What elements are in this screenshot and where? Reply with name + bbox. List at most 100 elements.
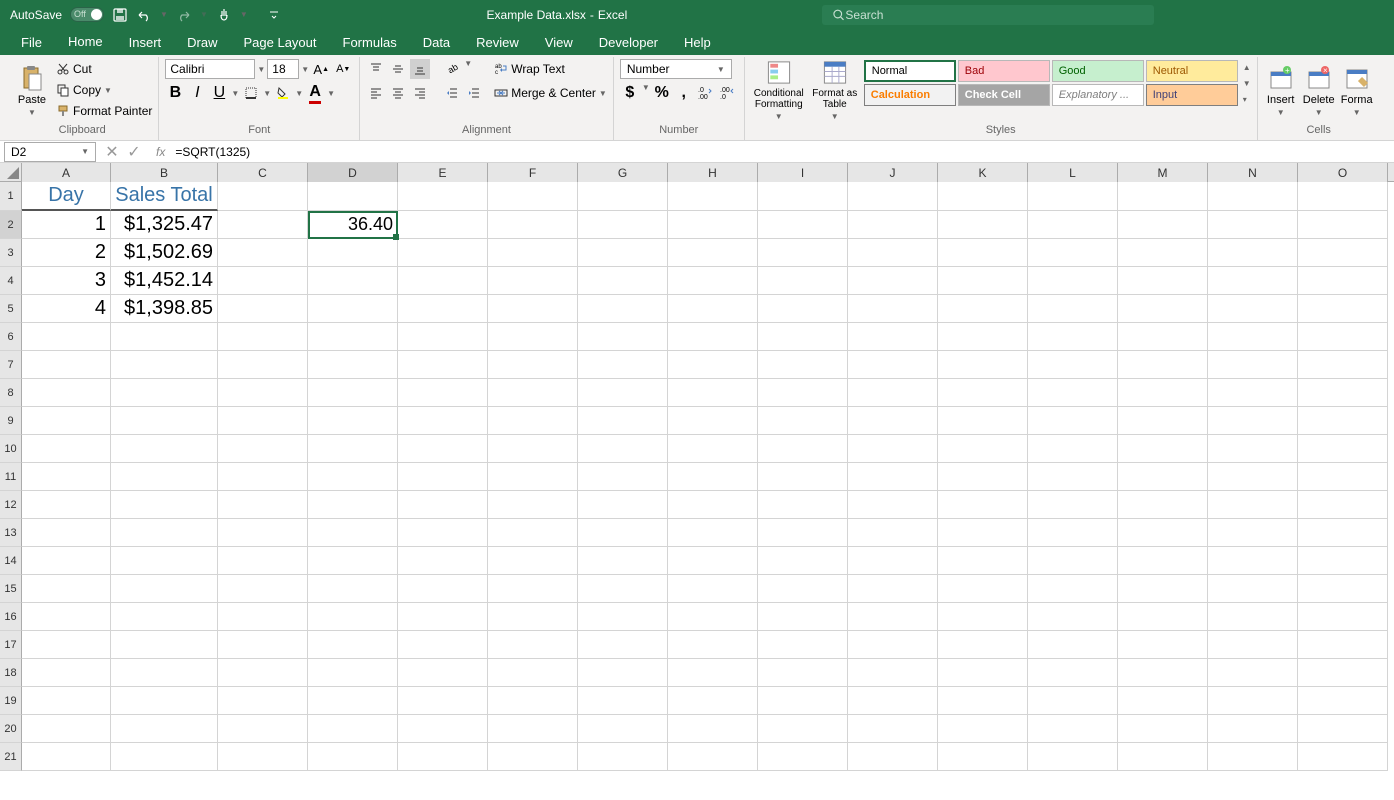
- row-header-20[interactable]: 20: [0, 715, 22, 743]
- touch-mode-icon[interactable]: [216, 7, 232, 23]
- cell-D11[interactable]: [308, 463, 398, 491]
- row-header-13[interactable]: 13: [0, 519, 22, 547]
- cell-D18[interactable]: [308, 659, 398, 687]
- save-icon[interactable]: [112, 7, 128, 23]
- cell-L14[interactable]: [1028, 547, 1118, 575]
- cell-O8[interactable]: [1298, 379, 1388, 407]
- tab-data[interactable]: Data: [410, 29, 463, 55]
- row-header-16[interactable]: 16: [0, 603, 22, 631]
- row-header-21[interactable]: 21: [0, 743, 22, 771]
- cell-N13[interactable]: [1208, 519, 1298, 547]
- bold-button[interactable]: B: [165, 83, 185, 103]
- cell-G12[interactable]: [578, 491, 668, 519]
- cell-H14[interactable]: [668, 547, 758, 575]
- cell-A11[interactable]: [22, 463, 111, 491]
- cell-A7[interactable]: [22, 351, 111, 379]
- cell-K7[interactable]: [938, 351, 1028, 379]
- cell-O12[interactable]: [1298, 491, 1388, 519]
- cell-C9[interactable]: [218, 407, 308, 435]
- cell-F21[interactable]: [488, 743, 578, 771]
- tab-page-layout[interactable]: Page Layout: [231, 29, 330, 55]
- tab-file[interactable]: File: [8, 29, 55, 55]
- cell-F14[interactable]: [488, 547, 578, 575]
- cell-N6[interactable]: [1208, 323, 1298, 351]
- col-header-I[interactable]: I: [758, 163, 848, 182]
- cell-J10[interactable]: [848, 435, 938, 463]
- cell-K1[interactable]: [938, 182, 1028, 211]
- cell-E5[interactable]: [398, 295, 488, 323]
- cell-J19[interactable]: [848, 687, 938, 715]
- cell-A13[interactable]: [22, 519, 111, 547]
- cell-B8[interactable]: [111, 379, 218, 407]
- cell-H12[interactable]: [668, 491, 758, 519]
- cell-G3[interactable]: [578, 239, 668, 267]
- cell-I4[interactable]: [758, 267, 848, 295]
- cell-H15[interactable]: [668, 575, 758, 603]
- cell-M15[interactable]: [1118, 575, 1208, 603]
- cancel-formula-icon[interactable]: ✕: [102, 142, 122, 162]
- cell-J16[interactable]: [848, 603, 938, 631]
- cell-M14[interactable]: [1118, 547, 1208, 575]
- cell-O4[interactable]: [1298, 267, 1388, 295]
- cell-H3[interactable]: [668, 239, 758, 267]
- cell-B19[interactable]: [111, 687, 218, 715]
- cell-B1[interactable]: Sales Total: [111, 182, 218, 211]
- cell-G10[interactable]: [578, 435, 668, 463]
- cell-N21[interactable]: [1208, 743, 1298, 771]
- cell-B17[interactable]: [111, 631, 218, 659]
- underline-dropdown-icon[interactable]: ▼: [231, 89, 239, 98]
- decrease-indent-icon[interactable]: [442, 83, 462, 103]
- cell-O6[interactable]: [1298, 323, 1388, 351]
- row-header-4[interactable]: 4: [0, 267, 22, 295]
- cell-C19[interactable]: [218, 687, 308, 715]
- cell-E10[interactable]: [398, 435, 488, 463]
- cell-G6[interactable]: [578, 323, 668, 351]
- cell-K5[interactable]: [938, 295, 1028, 323]
- cell-H1[interactable]: [668, 182, 758, 211]
- cell-N2[interactable]: [1208, 211, 1298, 239]
- cell-M18[interactable]: [1118, 659, 1208, 687]
- tab-help[interactable]: Help: [671, 29, 724, 55]
- cell-C16[interactable]: [218, 603, 308, 631]
- cell-M6[interactable]: [1118, 323, 1208, 351]
- cell-M3[interactable]: [1118, 239, 1208, 267]
- cell-L13[interactable]: [1028, 519, 1118, 547]
- format-painter-button[interactable]: Format Painter: [56, 101, 152, 121]
- undo-dropdown-icon[interactable]: ▼: [160, 10, 168, 19]
- cell-L21[interactable]: [1028, 743, 1118, 771]
- cell-M9[interactable]: [1118, 407, 1208, 435]
- cell-N14[interactable]: [1208, 547, 1298, 575]
- cell-D13[interactable]: [308, 519, 398, 547]
- cell-J4[interactable]: [848, 267, 938, 295]
- cell-F9[interactable]: [488, 407, 578, 435]
- row-header-19[interactable]: 19: [0, 687, 22, 715]
- tab-developer[interactable]: Developer: [586, 29, 671, 55]
- cell-C12[interactable]: [218, 491, 308, 519]
- underline-button[interactable]: U: [209, 83, 229, 103]
- cell-D1[interactable]: [308, 182, 398, 211]
- cell-A10[interactable]: [22, 435, 111, 463]
- row-header-15[interactable]: 15: [0, 575, 22, 603]
- increase-decimal-icon[interactable]: .0.00: [696, 83, 716, 103]
- cell-L3[interactable]: [1028, 239, 1118, 267]
- cell-N11[interactable]: [1208, 463, 1298, 491]
- accounting-format-button[interactable]: $: [620, 83, 640, 103]
- cell-F4[interactable]: [488, 267, 578, 295]
- cell-O17[interactable]: [1298, 631, 1388, 659]
- cell-K6[interactable]: [938, 323, 1028, 351]
- cell-I6[interactable]: [758, 323, 848, 351]
- cell-K3[interactable]: [938, 239, 1028, 267]
- cell-J9[interactable]: [848, 407, 938, 435]
- cell-G11[interactable]: [578, 463, 668, 491]
- row-header-2[interactable]: 2: [0, 211, 22, 239]
- cell-B13[interactable]: [111, 519, 218, 547]
- row-header-6[interactable]: 6: [0, 323, 22, 351]
- search-input[interactable]: [845, 8, 1144, 22]
- cell-B2[interactable]: $1,325.47: [111, 211, 218, 239]
- cell-B7[interactable]: [111, 351, 218, 379]
- col-header-H[interactable]: H: [668, 163, 758, 182]
- font-color-button[interactable]: A: [305, 83, 325, 103]
- cell-E7[interactable]: [398, 351, 488, 379]
- cell-M12[interactable]: [1118, 491, 1208, 519]
- align-right-icon[interactable]: [410, 83, 430, 103]
